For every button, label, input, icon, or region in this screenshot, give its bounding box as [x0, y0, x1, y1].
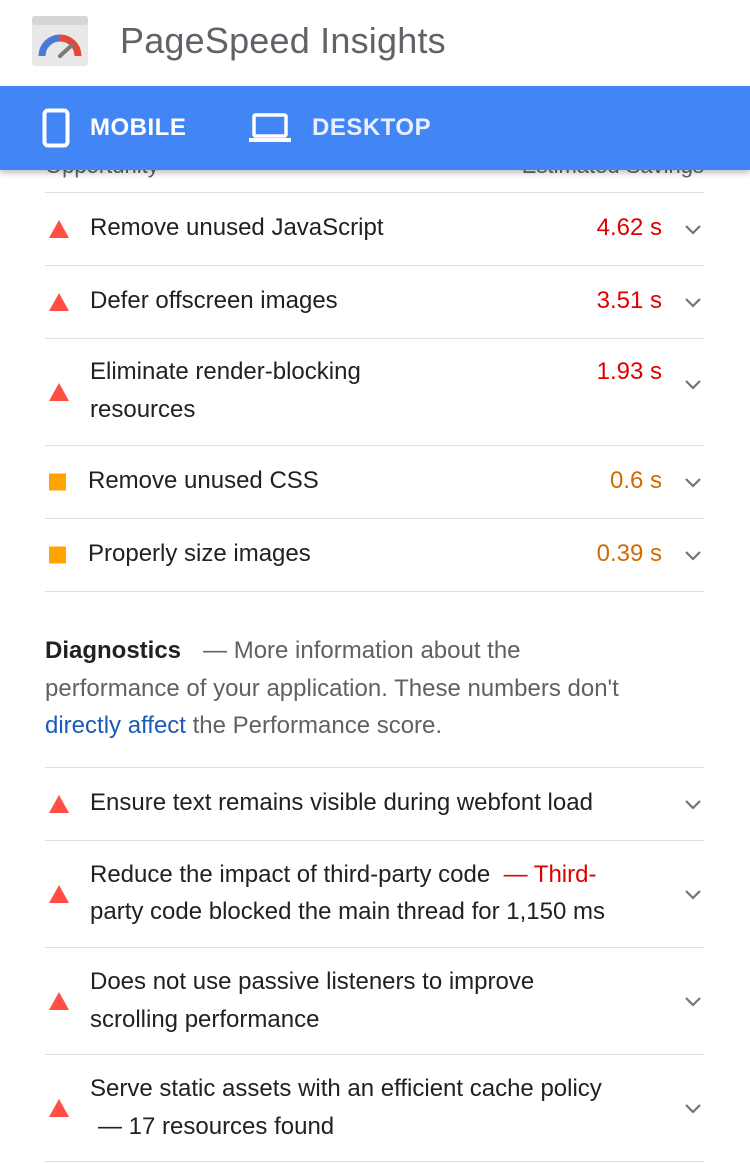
tab-desktop[interactable]: DESKTOP: [248, 86, 431, 170]
audit-row[interactable]: Eliminate render-blocking resources 1.93…: [45, 339, 704, 446]
audit-title: Properly size images: [88, 540, 311, 567]
fail-triangle-icon: [49, 884, 69, 903]
chevron-down-icon[interactable]: [682, 883, 704, 905]
audit-row[interactable]: Does not use passive listeners to improv…: [45, 948, 704, 1055]
average-square-icon: [49, 473, 66, 491]
audit-savings: 3.51 s: [596, 287, 662, 314]
tab-mobile[interactable]: MOBILE: [42, 86, 186, 170]
diagnostics-description-tail: the Performance score.: [185, 712, 443, 739]
chevron-down-icon[interactable]: [682, 291, 704, 313]
audit-savings: 0.39 s: [596, 540, 662, 567]
chevron-down-icon[interactable]: [682, 1097, 704, 1119]
audit-title: Remove unused JavaScript: [90, 214, 384, 241]
audit-row[interactable]: Serve static assets with an efficient ca…: [45, 1055, 704, 1162]
audit-row[interactable]: Properly size images 0.39 s: [45, 519, 704, 592]
fail-triangle-icon: [49, 794, 69, 813]
audit-title: Does not use passive listeners to improv…: [90, 967, 535, 995]
chevron-down-icon[interactable]: [682, 373, 704, 395]
chevron-down-icon[interactable]: [682, 218, 704, 240]
laptop-icon: [249, 113, 291, 142]
audit-title: Ensure text remains visible during webfo…: [90, 788, 593, 816]
app-title: PageSpeed Insights: [120, 20, 446, 61]
audit-savings: 1.93 s: [596, 358, 662, 385]
audit-row[interactable]: Defer offscreen images 3.51 s: [45, 266, 704, 339]
diagnostics-description-line: performance of your application. These n…: [45, 674, 619, 702]
chevron-down-icon[interactable]: [682, 471, 704, 493]
fail-triangle-icon: [49, 220, 69, 238]
phone-icon: [42, 108, 70, 148]
audit-title-continued: resources: [90, 396, 196, 423]
tab-desktop-label: DESKTOP: [312, 114, 432, 141]
diagnostics-heading: Diagnostics: [45, 637, 182, 664]
audit-title: Serve static assets with an efficient ca…: [90, 1074, 602, 1102]
tab-mobile-label: MOBILE: [90, 114, 187, 141]
average-square-icon: [49, 546, 66, 564]
device-tab-bar: MOBILE DESKTOP: [0, 86, 750, 170]
audit-row[interactable]: Remove unused JavaScript 4.62 s: [45, 193, 704, 266]
audit-savings: 4.62 s: [596, 214, 662, 241]
audit-title: Reduce the impact of third-party code: [90, 860, 491, 888]
audit-row[interactable]: Remove unused CSS 0.6 s: [45, 446, 704, 519]
audit-title-continued: scrolling performance: [90, 1005, 320, 1033]
diagnostics-section-header: Diagnostics — More information about the …: [45, 592, 704, 768]
audit-savings: 0.6 s: [609, 467, 662, 494]
chevron-down-icon[interactable]: [682, 990, 704, 1012]
audit-title-line: Reduce the impact of third-party code — …: [90, 856, 596, 894]
app-header: PageSpeed Insights: [0, 0, 750, 86]
chevron-down-icon[interactable]: [682, 793, 704, 815]
fail-triangle-icon: [49, 991, 69, 1010]
diagnostics-description: — More information about the: [203, 637, 521, 664]
directly-affect-link[interactable]: directly affect: [45, 712, 186, 739]
audit-detail: — 17 resources found: [98, 1112, 335, 1140]
audit-title: Eliminate render-blocking: [90, 358, 361, 385]
pagespeed-logo-icon: [32, 16, 88, 66]
report-content: Opportunity Estimated Savings Remove unu…: [45, 145, 704, 1162]
audit-detail: — Third-: [503, 860, 597, 888]
audit-row[interactable]: Reduce the impact of third-party code — …: [45, 841, 704, 948]
fail-triangle-icon: [49, 293, 69, 311]
fail-triangle-icon: [49, 1098, 69, 1117]
audit-title: Defer offscreen images: [90, 287, 338, 314]
audit-title: Remove unused CSS: [88, 467, 319, 494]
audit-detail-continued: party code blocked the main thread for 1…: [90, 897, 605, 925]
chevron-down-icon[interactable]: [682, 544, 704, 566]
audit-row[interactable]: Ensure text remains visible during webfo…: [45, 768, 704, 841]
fail-triangle-icon: [49, 383, 69, 401]
